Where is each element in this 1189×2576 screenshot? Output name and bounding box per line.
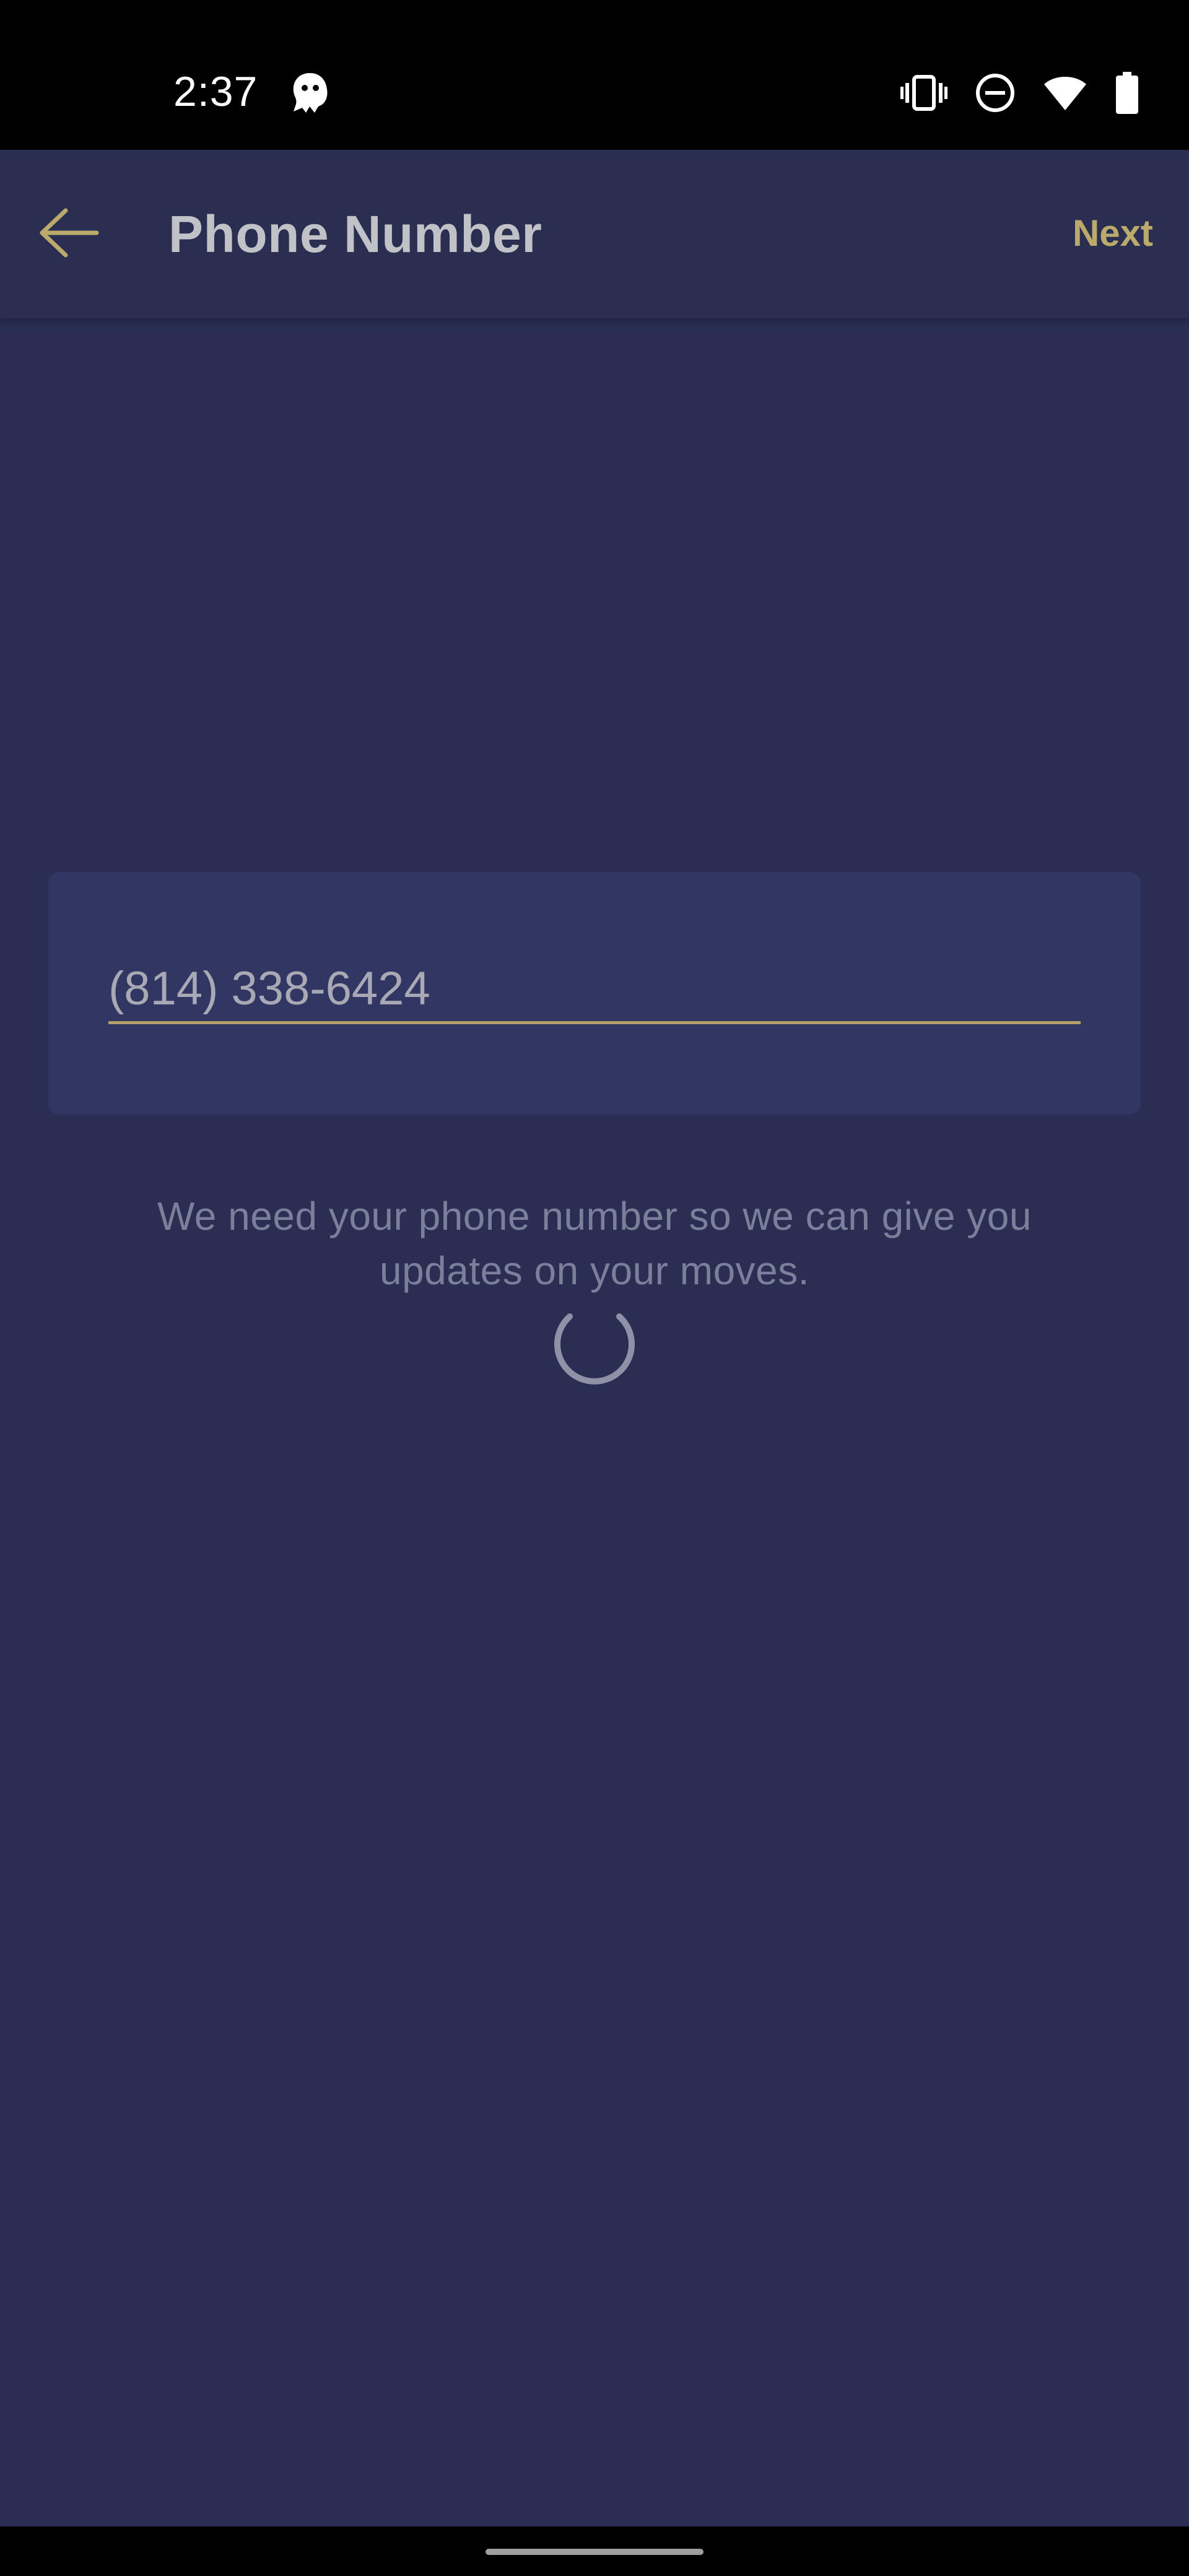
wifi-icon xyxy=(1043,74,1087,111)
page-title: Phone Number xyxy=(168,205,542,263)
home-gesture-handle[interactable] xyxy=(486,2549,703,2555)
phone-number-screen: 2:37 Phone Number Next (814) 338-6424 We… xyxy=(0,0,1189,2576)
next-button[interactable]: Next xyxy=(1073,206,1153,261)
helper-text: We need your phone number so we can give… xyxy=(157,1194,1032,1293)
app-bar: Phone Number Next xyxy=(0,150,1189,318)
back-button[interactable] xyxy=(25,191,111,277)
battery-icon xyxy=(1115,72,1139,114)
loading-spinner-icon xyxy=(546,1295,643,1392)
notification-app-icon xyxy=(285,68,334,118)
do-not-disturb-icon xyxy=(975,72,1016,113)
status-bar: 2:37 xyxy=(0,0,1189,150)
status-icons xyxy=(900,67,1139,119)
phone-number-field[interactable] xyxy=(108,956,1081,1024)
navigation-bar xyxy=(0,2526,1189,2576)
phone-input-card xyxy=(48,872,1141,1115)
vibrate-icon xyxy=(900,73,947,113)
arrow-left-icon xyxy=(36,206,100,263)
status-time: 2:37 xyxy=(173,68,258,115)
